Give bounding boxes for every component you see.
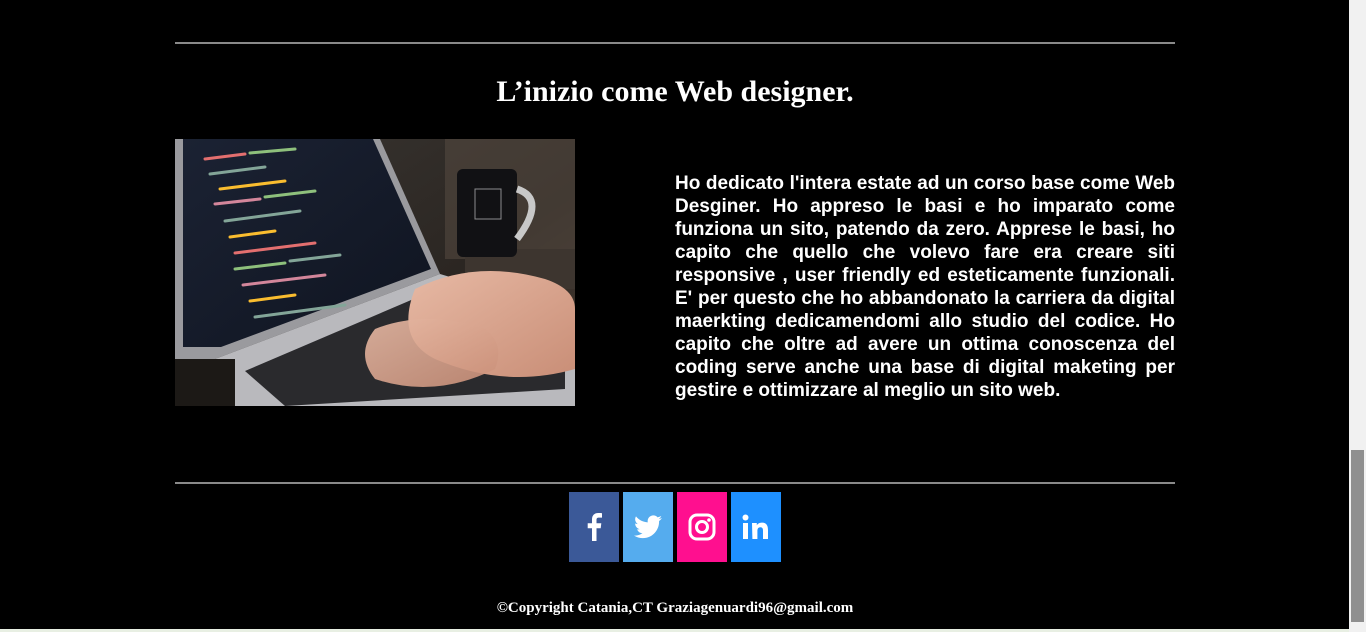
- social-links: [569, 492, 781, 562]
- section-paragraph: Ho dedicato l'intera estate ad un corso …: [675, 173, 1175, 401]
- twitter-icon: [634, 515, 662, 539]
- top-divider: [175, 42, 1175, 44]
- bottom-divider: [175, 482, 1175, 484]
- footer-copyright: ©Copyright Catania,CT Graziagenuardi96@g…: [496, 600, 854, 616]
- instagram-button[interactable]: [677, 492, 727, 562]
- instagram-icon: [688, 513, 716, 541]
- vertical-scrollbar[interactable]: [1349, 0, 1366, 632]
- page: L’inizio come Web designer. Ho dedicato …: [0, 0, 1349, 632]
- twitter-button[interactable]: [623, 492, 673, 562]
- laptop-coding-photo: [175, 139, 575, 406]
- section-title: L’inizio come Web designer.: [496, 75, 854, 108]
- linkedin-icon: [742, 514, 770, 540]
- facebook-button[interactable]: [569, 492, 619, 562]
- scrollbar-thumb[interactable]: [1351, 450, 1364, 622]
- facebook-icon: [586, 513, 602, 541]
- linkedin-button[interactable]: [731, 492, 781, 562]
